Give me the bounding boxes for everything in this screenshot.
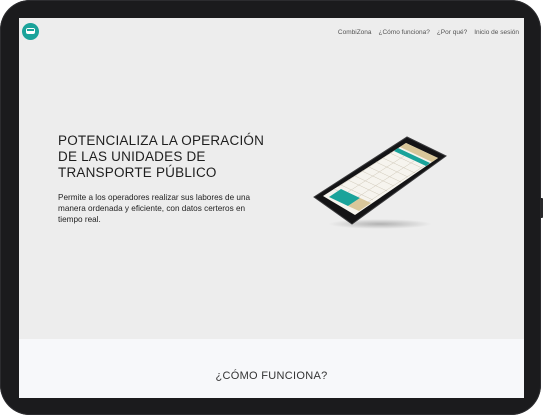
tablet-frame: CombiZona ¿Cómo funciona? ¿Por qué? Inic… xyxy=(0,0,543,415)
phone-mockup xyxy=(304,126,464,244)
hero-title: POTENCIALIZA LA OPERACIÓN DE LAS UNIDADE… xyxy=(58,133,298,181)
nav-link-inicio-sesion[interactable]: Inicio de sesión xyxy=(474,29,519,36)
browser-viewport: CombiZona ¿Cómo funciona? ¿Por qué? Inic… xyxy=(19,18,524,398)
bus-icon[interactable] xyxy=(22,23,39,40)
how-it-works-section: ¿CÓMO FUNCIONA? xyxy=(19,339,524,398)
nav-link-por-que[interactable]: ¿Por qué? xyxy=(437,29,467,36)
hero-description: Permite a los operadores realizar sus la… xyxy=(58,193,251,224)
section-heading: ¿CÓMO FUNCIONA? xyxy=(215,370,328,382)
hero-title-line: POTENCIALIZA LA OPERACIÓN xyxy=(58,133,265,148)
phone-shadow xyxy=(328,219,432,229)
nav-links: CombiZona ¿Cómo funciona? ¿Por qué? Inic… xyxy=(338,29,519,36)
hero-title-line: DE LAS UNIDADES DE xyxy=(58,149,206,164)
hero-title-line: TRANSPORTE PÚBLICO xyxy=(58,165,217,180)
nav-link-como-funciona[interactable]: ¿Cómo funciona? xyxy=(379,29,430,36)
nav-link-combizona[interactable]: CombiZona xyxy=(338,29,372,36)
top-navbar: CombiZona ¿Cómo funciona? ¿Por qué? Inic… xyxy=(19,18,524,48)
